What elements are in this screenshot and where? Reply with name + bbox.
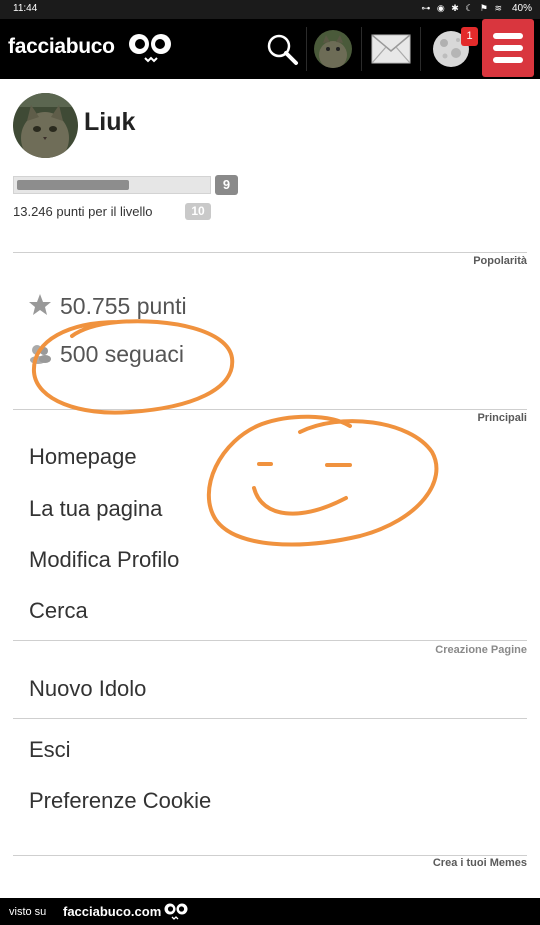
messages-button[interactable] xyxy=(368,19,414,79)
smiley-face-outline xyxy=(206,414,439,547)
menu-item-logout[interactable]: Esci xyxy=(29,737,71,763)
profile-username[interactable]: Liuk xyxy=(84,108,135,137)
search-icon xyxy=(267,34,298,65)
divider xyxy=(13,718,527,719)
battery-level: 40% xyxy=(511,3,532,14)
hamburger-menu-button[interactable] xyxy=(482,19,534,77)
divider xyxy=(420,27,421,71)
followers-stat[interactable]: 500 seguaci xyxy=(28,341,184,371)
points-to-next-level: 13.246 punti per il livello xyxy=(13,204,153,219)
section-label-popularity: Popolarità xyxy=(473,255,527,267)
menu-bar-icon xyxy=(493,45,523,51)
level-progress-fill xyxy=(17,180,129,190)
menu-item-homepage[interactable]: Homepage xyxy=(29,444,137,470)
avatar-icon xyxy=(314,30,352,68)
section-label-page-creation: Creazione Pagine xyxy=(435,644,527,656)
menu-item-cookie-preferences[interactable]: Preferenze Cookie xyxy=(29,788,211,814)
star-icon xyxy=(28,293,52,323)
menu-item-edit-profile[interactable]: Modifica Profilo xyxy=(29,547,179,573)
watermark-brand: facciabuco.com xyxy=(63,904,162,919)
section-label-main: Principali xyxy=(477,412,527,424)
divider xyxy=(361,27,362,71)
next-level-badge: 10 xyxy=(185,203,211,220)
level-progress-bar xyxy=(13,176,211,194)
divider xyxy=(13,640,527,641)
menu-item-your-page[interactable]: La tua pagina xyxy=(29,496,162,522)
points-stat: 50.755 punti xyxy=(28,293,187,323)
divider xyxy=(13,252,527,253)
smiley-mouth xyxy=(252,486,348,516)
profile-avatar[interactable] xyxy=(13,93,78,158)
logo-eyes-icon xyxy=(164,903,188,920)
watermark-footer: visto su facciabuco.com xyxy=(0,898,540,925)
site-logo[interactable]: facciabuco xyxy=(8,35,115,59)
logo-eyes-icon xyxy=(129,34,171,63)
status-bar: 11:44 ⊶ ◉ ✱ ☾ ⚑ ≋ 40% xyxy=(0,0,540,19)
divider xyxy=(306,27,307,71)
search-button[interactable] xyxy=(262,19,302,79)
notification-badge: 1 xyxy=(461,27,478,46)
menu-item-search[interactable]: Cerca xyxy=(29,598,88,624)
profile-avatar-button[interactable] xyxy=(312,19,354,79)
followers-value: 500 seguaci xyxy=(60,341,185,368)
section-label-memes: Crea i tuoi Memes xyxy=(432,857,527,869)
divider xyxy=(13,409,527,410)
top-bar: facciabuco 1 xyxy=(0,19,540,79)
clock: 11:44 xyxy=(13,3,38,14)
status-icons: ⊶ ◉ ✱ ☾ ⚑ ≋ xyxy=(421,3,504,13)
points-value: 50.755 punti xyxy=(60,293,187,320)
followers-icon xyxy=(28,341,52,371)
menu-bar-icon xyxy=(493,57,523,63)
menu-bar-icon xyxy=(493,33,523,39)
watermark-prefix: visto su xyxy=(9,906,47,918)
divider xyxy=(13,855,527,856)
envelope-icon xyxy=(371,34,411,64)
current-level-badge: 9 xyxy=(215,175,238,195)
cat-avatar-icon xyxy=(13,93,78,158)
menu-item-new-idol[interactable]: Nuovo Idolo xyxy=(29,676,146,702)
